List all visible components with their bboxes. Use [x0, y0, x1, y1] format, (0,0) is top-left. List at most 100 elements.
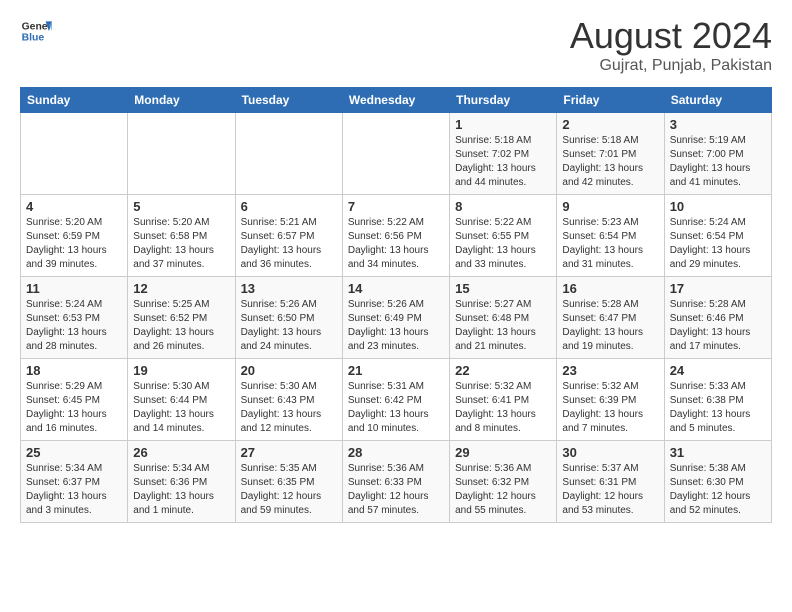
calendar-cell: 24Sunrise: 5:33 AMSunset: 6:38 PMDayligh…	[664, 359, 771, 441]
calendar-cell: 4Sunrise: 5:20 AMSunset: 6:59 PMDaylight…	[21, 195, 128, 277]
header: General Blue August 2024 Gujrat, Punjab,…	[20, 15, 772, 75]
day-number: 11	[26, 281, 122, 296]
week-row-5: 25 Sunrise: 5:34 AMSunset: 6:37 PMDayligh…	[21, 441, 772, 523]
calendar-cell: 15 Sunrise: 5:27 AMSunset: 6:48 PMDayligh…	[450, 277, 557, 359]
day-info: Sunrise: 5:34 AMSunset: 6:37 PMDaylight:…	[26, 462, 122, 518]
day-info: Sunrise: 5:28 AMSunset: 6:47 PMDaylight:…	[562, 298, 658, 354]
calendar-cell: 27 Sunrise: 5:35 AMSunset: 6:35 PMDayligh…	[235, 441, 342, 523]
calendar-cell: 28 Sunrise: 5:36 AMSunset: 6:33 PMDayligh…	[342, 441, 449, 523]
month-year: August 2024	[570, 15, 772, 57]
day-number: 6	[241, 199, 337, 214]
day-info: Sunrise: 5:22 AMSunset: 6:56 PMDaylight:…	[348, 216, 444, 272]
calendar-cell: 8Sunrise: 5:22 AMSunset: 6:55 PMDaylight…	[450, 195, 557, 277]
calendar-cell: 31 Sunrise: 5:38 AMSunset: 6:30 PMDayligh…	[664, 441, 771, 523]
day-number: 17	[670, 281, 766, 296]
header-tuesday: Tuesday	[235, 88, 342, 113]
calendar-cell	[128, 113, 235, 195]
day-number: 18	[26, 363, 122, 378]
calendar-cell: 19 Sunrise: 5:30 AMSunset: 6:44 PMDayligh…	[128, 359, 235, 441]
day-number: 22	[455, 363, 551, 378]
day-info: Sunrise: 5:20 AMSunset: 6:59 PMDaylight:…	[26, 216, 122, 272]
logo: General Blue	[20, 15, 56, 47]
week-row-2: 4Sunrise: 5:20 AMSunset: 6:59 PMDaylight…	[21, 195, 772, 277]
day-number: 14	[348, 281, 444, 296]
day-info: Sunrise: 5:20 AMSunset: 6:58 PMDaylight:…	[133, 216, 229, 272]
calendar-cell: 2 Sunrise: 5:18 AMSunset: 7:01 PMDaylight…	[557, 113, 664, 195]
day-info: Sunrise: 5:30 AMSunset: 6:44 PMDaylight:…	[133, 380, 229, 436]
day-info: Sunrise: 5:29 AMSunset: 6:45 PMDaylight:…	[26, 380, 122, 436]
day-number: 16	[562, 281, 658, 296]
day-info: Sunrise: 5:34 AMSunset: 6:36 PMDaylight:…	[133, 462, 229, 518]
calendar-cell: 12 Sunrise: 5:25 AMSunset: 6:52 PMDayligh…	[128, 277, 235, 359]
calendar-cell: 11Sunrise: 5:24 AMSunset: 6:53 PMDayligh…	[21, 277, 128, 359]
calendar-cell: 9Sunrise: 5:23 AMSunset: 6:54 PMDaylight…	[557, 195, 664, 277]
day-number: 19	[133, 363, 229, 378]
calendar-cell: 7 Sunrise: 5:22 AMSunset: 6:56 PMDaylight…	[342, 195, 449, 277]
calendar-cell: 6 Sunrise: 5:21 AMSunset: 6:57 PMDaylight…	[235, 195, 342, 277]
day-info: Sunrise: 5:36 AMSunset: 6:33 PMDaylight:…	[348, 462, 444, 518]
day-number: 12	[133, 281, 229, 296]
week-row-1: 1Sunrise: 5:18 AMSunset: 7:02 PMDaylight…	[21, 113, 772, 195]
calendar-cell	[21, 113, 128, 195]
day-info: Sunrise: 5:21 AMSunset: 6:57 PMDaylight:…	[241, 216, 337, 272]
calendar-cell: 22 Sunrise: 5:32 AMSunset: 6:41 PMDayligh…	[450, 359, 557, 441]
logo-icon: General Blue	[20, 15, 52, 47]
day-number: 10	[670, 199, 766, 214]
header-friday: Friday	[557, 88, 664, 113]
day-number: 3	[670, 117, 766, 132]
header-sunday: Sunday	[21, 88, 128, 113]
day-info: Sunrise: 5:28 AMSunset: 6:46 PMDaylight:…	[670, 298, 766, 354]
day-number: 13	[241, 281, 337, 296]
day-number: 24	[670, 363, 766, 378]
day-number: 7	[348, 199, 444, 214]
day-number: 5	[133, 199, 229, 214]
calendar-cell: 18 Sunrise: 5:29 AMSunset: 6:45 PMDayligh…	[21, 359, 128, 441]
calendar-cell: 30Sunrise: 5:37 AMSunset: 6:31 PMDayligh…	[557, 441, 664, 523]
day-info: Sunrise: 5:32 AMSunset: 6:41 PMDaylight:…	[455, 380, 551, 436]
day-number: 8	[455, 199, 551, 214]
svg-text:Blue: Blue	[22, 33, 45, 44]
weekday-header-row: Sunday Monday Tuesday Wednesday Thursday…	[21, 88, 772, 113]
day-number: 23	[562, 363, 658, 378]
day-info: Sunrise: 5:25 AMSunset: 6:52 PMDaylight:…	[133, 298, 229, 354]
header-thursday: Thursday	[450, 88, 557, 113]
day-info: Sunrise: 5:18 AMSunset: 7:02 PMDaylight:…	[455, 134, 551, 190]
day-number: 27	[241, 445, 337, 460]
day-info: Sunrise: 5:18 AMSunset: 7:01 PMDaylight:…	[562, 134, 658, 190]
day-info: Sunrise: 5:38 AMSunset: 6:30 PMDaylight:…	[670, 462, 766, 518]
day-info: Sunrise: 5:35 AMSunset: 6:35 PMDaylight:…	[241, 462, 337, 518]
calendar-cell: 29 Sunrise: 5:36 AMSunset: 6:32 PMDayligh…	[450, 441, 557, 523]
calendar-cell: 14 Sunrise: 5:26 AMSunset: 6:49 PMDayligh…	[342, 277, 449, 359]
day-info: Sunrise: 5:19 AMSunset: 7:00 PMDaylight:…	[670, 134, 766, 190]
location: Gujrat, Punjab, Pakistan	[570, 57, 772, 75]
day-info: Sunrise: 5:30 AMSunset: 6:43 PMDaylight:…	[241, 380, 337, 436]
day-number: 15	[455, 281, 551, 296]
day-info: Sunrise: 5:31 AMSunset: 6:42 PMDaylight:…	[348, 380, 444, 436]
day-number: 20	[241, 363, 337, 378]
day-number: 21	[348, 363, 444, 378]
calendar-cell	[342, 113, 449, 195]
day-info: Sunrise: 5:24 AMSunset: 6:54 PMDaylight:…	[670, 216, 766, 272]
day-info: Sunrise: 5:32 AMSunset: 6:39 PMDaylight:…	[562, 380, 658, 436]
day-number: 31	[670, 445, 766, 460]
day-info: Sunrise: 5:26 AMSunset: 6:49 PMDaylight:…	[348, 298, 444, 354]
day-info: Sunrise: 5:36 AMSunset: 6:32 PMDaylight:…	[455, 462, 551, 518]
calendar-cell: 3 Sunrise: 5:19 AMSunset: 7:00 PMDaylight…	[664, 113, 771, 195]
day-info: Sunrise: 5:26 AMSunset: 6:50 PMDaylight:…	[241, 298, 337, 354]
header-wednesday: Wednesday	[342, 88, 449, 113]
calendar-cell: 21 Sunrise: 5:31 AMSunset: 6:42 PMDayligh…	[342, 359, 449, 441]
calendar-cell: 1Sunrise: 5:18 AMSunset: 7:02 PMDaylight…	[450, 113, 557, 195]
day-number: 30	[562, 445, 658, 460]
calendar-cell: 16 Sunrise: 5:28 AMSunset: 6:47 PMDayligh…	[557, 277, 664, 359]
calendar: Sunday Monday Tuesday Wednesday Thursday…	[20, 87, 772, 523]
day-number: 29	[455, 445, 551, 460]
day-info: Sunrise: 5:23 AMSunset: 6:54 PMDaylight:…	[562, 216, 658, 272]
page: General Blue August 2024 Gujrat, Punjab,…	[0, 0, 792, 612]
day-number: 28	[348, 445, 444, 460]
day-number: 25	[26, 445, 122, 460]
header-saturday: Saturday	[664, 88, 771, 113]
day-number: 2	[562, 117, 658, 132]
title-area: August 2024 Gujrat, Punjab, Pakistan	[570, 15, 772, 75]
day-info: Sunrise: 5:27 AMSunset: 6:48 PMDaylight:…	[455, 298, 551, 354]
calendar-cell: 23 Sunrise: 5:32 AMSunset: 6:39 PMDayligh…	[557, 359, 664, 441]
